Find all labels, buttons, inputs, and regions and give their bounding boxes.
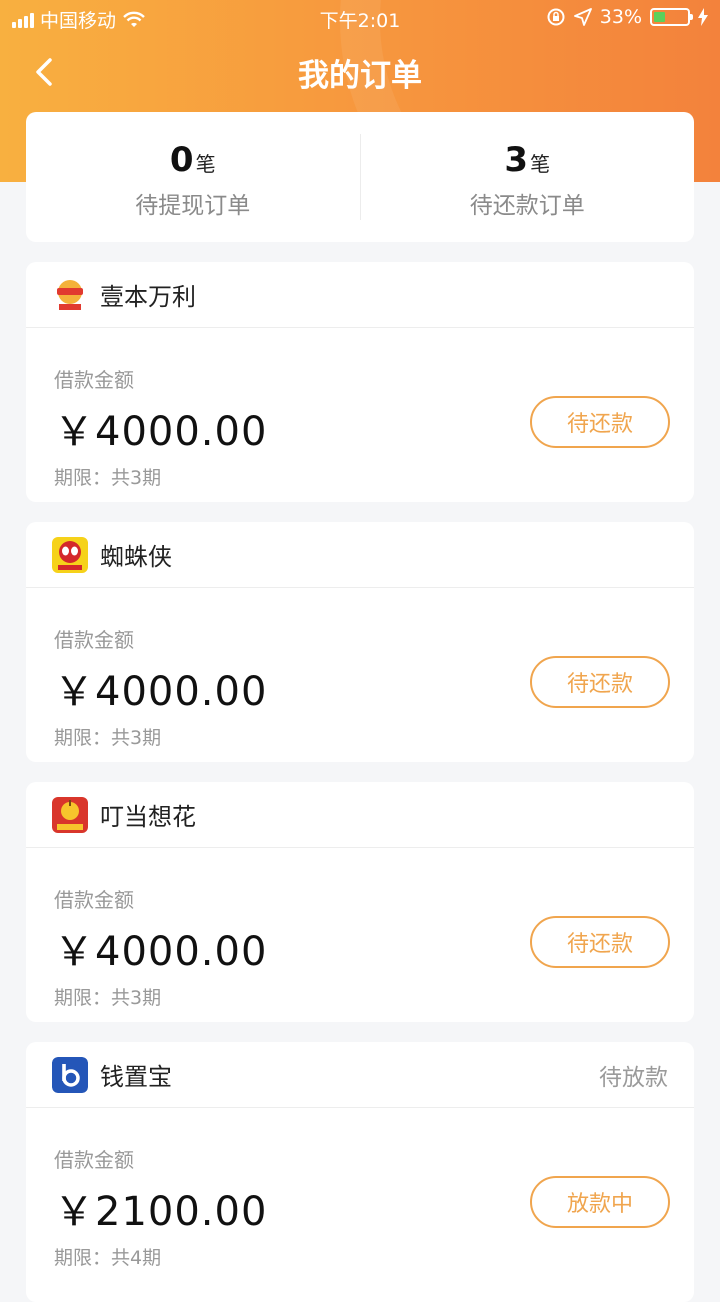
status-time: 下午2:01	[319, 10, 401, 32]
summary-unit: 笔	[530, 152, 551, 176]
amount-label: 借款金额	[54, 628, 134, 652]
summary-count: 3	[504, 140, 529, 180]
order-card-header: 叮当想花	[26, 782, 694, 848]
order-card-header: 壹本万利	[26, 262, 694, 328]
loan-term: 期限：共3期	[54, 987, 162, 1009]
order-card-header: 钱置宝 待放款	[26, 1042, 694, 1108]
page-title: 我的订单	[298, 58, 422, 94]
loan-term: 期限：共3期	[54, 727, 162, 749]
amount-label: 借款金额	[54, 888, 134, 912]
amount-label: 借款金额	[54, 368, 134, 392]
lender-logo-icon	[52, 536, 88, 573]
lender-name: 叮当想花	[100, 803, 196, 831]
repay-button[interactable]: 待还款	[530, 916, 670, 968]
loan-term: 期限：共4期	[54, 1247, 162, 1269]
lender-logo-icon	[52, 796, 88, 833]
order-card[interactable]: 叮当想花 借款金额 ￥4000.00 期限：共3期 待还款	[26, 782, 694, 1022]
amount-label: 借款金额	[54, 1148, 134, 1172]
lender-name: 钱置宝	[100, 1063, 172, 1091]
lender-logo-icon	[52, 276, 88, 313]
rotation-lock-icon	[547, 8, 565, 26]
order-card[interactable]: 蜘蛛侠 借款金额 ￥4000.00 期限：共3期 待还款	[26, 522, 694, 762]
summary-unit: 笔	[195, 152, 216, 176]
loan-term: 期限：共3期	[54, 467, 162, 489]
order-card-header: 蜘蛛侠	[26, 522, 694, 588]
order-status: 待放款	[599, 1064, 668, 1091]
repay-button[interactable]: 待还款	[530, 396, 670, 448]
summary-label: 待还款订单	[469, 193, 585, 219]
battery-icon	[650, 8, 693, 26]
summary-pending-repay[interactable]: 3笔 待还款订单	[361, 112, 695, 242]
summary-pending-withdraw[interactable]: 0笔 待提现订单	[26, 112, 360, 242]
lender-name: 蜘蛛侠	[100, 543, 172, 571]
order-summary: 0笔 待提现订单 3笔 待还款订单	[26, 112, 694, 242]
order-card[interactable]: 钱置宝 待放款 借款金额 ￥2100.00 期限：共4期 放款中	[26, 1042, 694, 1302]
repay-button[interactable]: 待还款	[530, 656, 670, 708]
battery-percent: 33%	[599, 6, 642, 28]
summary-label: 待提现订单	[135, 193, 251, 219]
lender-logo-icon	[52, 1056, 88, 1093]
summary-count: 0	[169, 140, 194, 180]
lender-name: 壹本万利	[100, 283, 196, 311]
status-bar: 中国移动 下午2:01 33%	[0, 0, 720, 36]
bolt-icon	[698, 8, 708, 26]
disbursing-button[interactable]: 放款中	[530, 1176, 670, 1228]
location-arrow-icon	[573, 8, 592, 26]
order-card[interactable]: 壹本万利 借款金额 ￥4000.00 期限：共3期 待还款	[26, 262, 694, 502]
